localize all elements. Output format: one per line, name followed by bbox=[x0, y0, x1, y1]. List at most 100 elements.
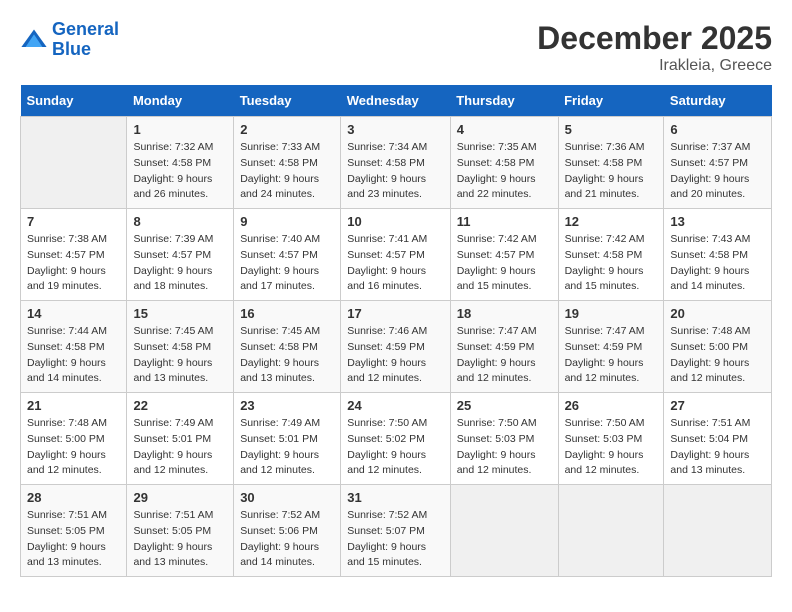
sunset: Sunset: 5:02 PM bbox=[347, 433, 425, 445]
sunrise: Sunrise: 7:34 AM bbox=[347, 141, 427, 153]
calendar-cell: 23 Sunrise: 7:49 AM Sunset: 5:01 PM Dayl… bbox=[234, 393, 341, 485]
day-info: Sunrise: 7:42 AM Sunset: 4:58 PM Dayligh… bbox=[565, 232, 658, 295]
calendar-cell: 30 Sunrise: 7:52 AM Sunset: 5:06 PM Dayl… bbox=[234, 485, 341, 577]
calendar-cell: 13 Sunrise: 7:43 AM Sunset: 4:58 PM Dayl… bbox=[664, 209, 772, 301]
sunset: Sunset: 4:57 PM bbox=[133, 249, 211, 261]
day-number: 4 bbox=[457, 122, 552, 137]
sunset: Sunset: 5:03 PM bbox=[457, 433, 535, 445]
sunrise: Sunrise: 7:51 AM bbox=[133, 509, 213, 521]
day-number: 12 bbox=[565, 214, 658, 229]
sunset: Sunset: 5:06 PM bbox=[240, 525, 318, 537]
day-number: 31 bbox=[347, 490, 443, 505]
day-info: Sunrise: 7:52 AM Sunset: 5:06 PM Dayligh… bbox=[240, 508, 334, 571]
day-number: 22 bbox=[133, 398, 227, 413]
sunset: Sunset: 4:58 PM bbox=[347, 157, 425, 169]
day-number: 24 bbox=[347, 398, 443, 413]
sunrise: Sunrise: 7:44 AM bbox=[27, 325, 107, 337]
logo-general: General bbox=[52, 19, 119, 39]
sunset: Sunset: 4:58 PM bbox=[565, 249, 643, 261]
sunrise: Sunrise: 7:49 AM bbox=[133, 417, 213, 429]
sunset: Sunset: 4:57 PM bbox=[27, 249, 105, 261]
sunset: Sunset: 5:03 PM bbox=[565, 433, 643, 445]
day-info: Sunrise: 7:36 AM Sunset: 4:58 PM Dayligh… bbox=[565, 140, 658, 203]
day-info: Sunrise: 7:51 AM Sunset: 5:05 PM Dayligh… bbox=[27, 508, 120, 571]
day-info: Sunrise: 7:49 AM Sunset: 5:01 PM Dayligh… bbox=[240, 416, 334, 479]
sunrise: Sunrise: 7:47 AM bbox=[457, 325, 537, 337]
daylight: Daylight: 9 hours and 23 minutes. bbox=[347, 173, 426, 201]
daylight: Daylight: 9 hours and 12 minutes. bbox=[240, 449, 319, 477]
sunset: Sunset: 4:59 PM bbox=[565, 341, 643, 353]
sunset: Sunset: 4:57 PM bbox=[457, 249, 535, 261]
day-info: Sunrise: 7:38 AM Sunset: 4:57 PM Dayligh… bbox=[27, 232, 120, 295]
daylight: Daylight: 9 hours and 14 minutes. bbox=[240, 541, 319, 569]
calendar-cell: 31 Sunrise: 7:52 AM Sunset: 5:07 PM Dayl… bbox=[341, 485, 450, 577]
logo-text: General Blue bbox=[52, 20, 119, 60]
day-info: Sunrise: 7:46 AM Sunset: 4:59 PM Dayligh… bbox=[347, 324, 443, 387]
sunset: Sunset: 4:57 PM bbox=[347, 249, 425, 261]
day-number: 16 bbox=[240, 306, 334, 321]
weekday-header-row: Sunday Monday Tuesday Wednesday Thursday… bbox=[21, 85, 772, 117]
calendar-cell: 6 Sunrise: 7:37 AM Sunset: 4:57 PM Dayli… bbox=[664, 117, 772, 209]
sunset: Sunset: 4:58 PM bbox=[133, 157, 211, 169]
header-thursday: Thursday bbox=[450, 85, 558, 117]
sunrise: Sunrise: 7:37 AM bbox=[670, 141, 750, 153]
sunrise: Sunrise: 7:45 AM bbox=[133, 325, 213, 337]
calendar-cell: 21 Sunrise: 7:48 AM Sunset: 5:00 PM Dayl… bbox=[21, 393, 127, 485]
sunset: Sunset: 5:01 PM bbox=[133, 433, 211, 445]
day-info: Sunrise: 7:33 AM Sunset: 4:58 PM Dayligh… bbox=[240, 140, 334, 203]
sunrise: Sunrise: 7:42 AM bbox=[565, 233, 645, 245]
calendar-cell: 15 Sunrise: 7:45 AM Sunset: 4:58 PM Dayl… bbox=[127, 301, 234, 393]
sunset: Sunset: 4:59 PM bbox=[457, 341, 535, 353]
sunset: Sunset: 4:57 PM bbox=[670, 157, 748, 169]
day-info: Sunrise: 7:49 AM Sunset: 5:01 PM Dayligh… bbox=[133, 416, 227, 479]
day-info: Sunrise: 7:50 AM Sunset: 5:03 PM Dayligh… bbox=[457, 416, 552, 479]
sunrise: Sunrise: 7:50 AM bbox=[457, 417, 537, 429]
sunset: Sunset: 4:59 PM bbox=[347, 341, 425, 353]
day-number: 11 bbox=[457, 214, 552, 229]
sunset: Sunset: 5:01 PM bbox=[240, 433, 318, 445]
calendar-cell: 29 Sunrise: 7:51 AM Sunset: 5:05 PM Dayl… bbox=[127, 485, 234, 577]
title-section: December 2025 Irakleia, Greece bbox=[537, 20, 772, 75]
logo-blue: Blue bbox=[52, 39, 91, 59]
day-info: Sunrise: 7:51 AM Sunset: 5:04 PM Dayligh… bbox=[670, 416, 765, 479]
daylight: Daylight: 9 hours and 14 minutes. bbox=[670, 265, 749, 293]
day-number: 19 bbox=[565, 306, 658, 321]
calendar-cell bbox=[664, 485, 772, 577]
sunrise: Sunrise: 7:47 AM bbox=[565, 325, 645, 337]
daylight: Daylight: 9 hours and 19 minutes. bbox=[27, 265, 106, 293]
day-info: Sunrise: 7:47 AM Sunset: 4:59 PM Dayligh… bbox=[565, 324, 658, 387]
calendar-cell: 12 Sunrise: 7:42 AM Sunset: 4:58 PM Dayl… bbox=[558, 209, 664, 301]
calendar-cell: 25 Sunrise: 7:50 AM Sunset: 5:03 PM Dayl… bbox=[450, 393, 558, 485]
calendar-cell: 4 Sunrise: 7:35 AM Sunset: 4:58 PM Dayli… bbox=[450, 117, 558, 209]
day-number: 8 bbox=[133, 214, 227, 229]
day-number: 3 bbox=[347, 122, 443, 137]
daylight: Daylight: 9 hours and 13 minutes. bbox=[670, 449, 749, 477]
day-number: 14 bbox=[27, 306, 120, 321]
calendar-cell bbox=[450, 485, 558, 577]
day-info: Sunrise: 7:48 AM Sunset: 5:00 PM Dayligh… bbox=[27, 416, 120, 479]
daylight: Daylight: 9 hours and 20 minutes. bbox=[670, 173, 749, 201]
daylight: Daylight: 9 hours and 12 minutes. bbox=[457, 357, 536, 385]
day-number: 10 bbox=[347, 214, 443, 229]
sunrise: Sunrise: 7:48 AM bbox=[27, 417, 107, 429]
sunrise: Sunrise: 7:52 AM bbox=[240, 509, 320, 521]
sunrise: Sunrise: 7:38 AM bbox=[27, 233, 107, 245]
day-number: 27 bbox=[670, 398, 765, 413]
day-number: 26 bbox=[565, 398, 658, 413]
calendar-cell: 16 Sunrise: 7:45 AM Sunset: 4:58 PM Dayl… bbox=[234, 301, 341, 393]
sunset: Sunset: 4:58 PM bbox=[240, 341, 318, 353]
header-sunday: Sunday bbox=[21, 85, 127, 117]
header-friday: Friday bbox=[558, 85, 664, 117]
day-number: 30 bbox=[240, 490, 334, 505]
calendar-cell: 28 Sunrise: 7:51 AM Sunset: 5:05 PM Dayl… bbox=[21, 485, 127, 577]
sunrise: Sunrise: 7:42 AM bbox=[457, 233, 537, 245]
sunrise: Sunrise: 7:43 AM bbox=[670, 233, 750, 245]
logo-icon bbox=[20, 26, 48, 54]
day-info: Sunrise: 7:43 AM Sunset: 4:58 PM Dayligh… bbox=[670, 232, 765, 295]
daylight: Daylight: 9 hours and 12 minutes. bbox=[347, 449, 426, 477]
calendar-cell: 3 Sunrise: 7:34 AM Sunset: 4:58 PM Dayli… bbox=[341, 117, 450, 209]
header-wednesday: Wednesday bbox=[341, 85, 450, 117]
sunrise: Sunrise: 7:32 AM bbox=[133, 141, 213, 153]
calendar-cell: 8 Sunrise: 7:39 AM Sunset: 4:57 PM Dayli… bbox=[127, 209, 234, 301]
sunrise: Sunrise: 7:51 AM bbox=[27, 509, 107, 521]
